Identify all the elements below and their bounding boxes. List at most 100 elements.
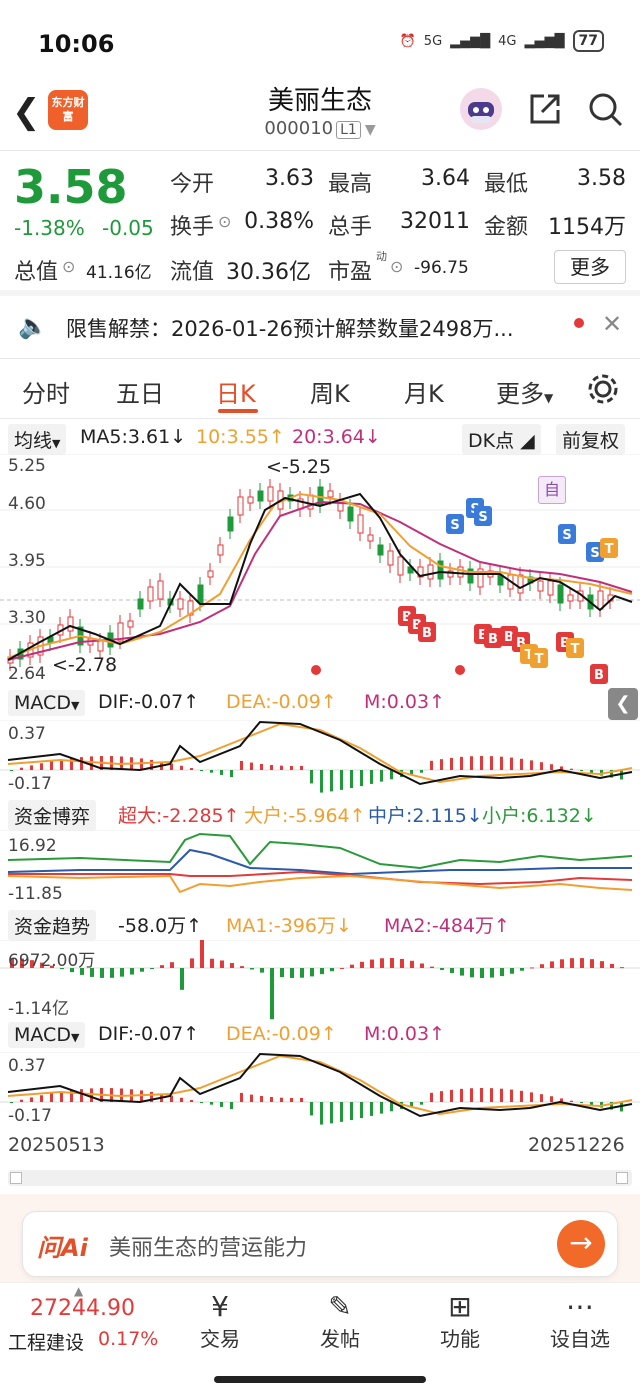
fund-game-title[interactable]: 资金博弈: [8, 800, 97, 831]
candle-body: [197, 584, 204, 604]
tab-intraday[interactable]: 分时: [22, 374, 70, 409]
fund-trend-ma2: MA2:-484万↑: [384, 915, 510, 937]
tab-monthly-k[interactable]: 月K: [404, 374, 444, 409]
dk-label: DK点: [468, 430, 515, 452]
tab-weekly-k[interactable]: 周K: [310, 374, 350, 409]
period-tabs: 分时 五日 日K 周K 月K 更多▼: [0, 360, 640, 418]
close-icon[interactable]: ✕: [602, 310, 622, 338]
arrow-right-icon[interactable]: →: [557, 1220, 605, 1268]
macd2-dif: DIF:-0.07↑: [98, 1023, 200, 1045]
chevron-down-icon: ▼: [70, 699, 80, 712]
macd-bar-mark: [510, 757, 513, 770]
macd2-m-text: M:0.03: [364, 1023, 430, 1045]
macd-y-top: 0.37: [8, 724, 46, 744]
dk-point-button[interactable]: DK点 ◢: [462, 424, 541, 455]
edit-icon: ✎: [328, 1290, 352, 1323]
macd-dea: DEA:-0.09↑: [226, 691, 337, 713]
trend-bar-mark: [290, 968, 294, 978]
trend-bar-mark: [420, 963, 424, 968]
macd-selector[interactable]: MACD▼: [8, 690, 86, 716]
trend-bar-mark: [570, 958, 574, 968]
nav-trade[interactable]: ¥ 交易: [180, 1290, 260, 1352]
trend-bar-mark: [430, 966, 434, 968]
status-time: 10:06: [38, 30, 115, 58]
tab-five-day[interactable]: 五日: [116, 374, 164, 409]
macd-selector-label: MACD: [14, 692, 71, 714]
notice-bar[interactable]: 🔈 限售解禁：2026-01-26预计解禁数量2498万... ✕: [0, 296, 640, 358]
trend-bar-mark: [620, 967, 624, 969]
ma-selector[interactable]: 均线▼: [8, 424, 67, 455]
share-icon[interactable]: [526, 90, 564, 132]
marker-letter: S: [450, 518, 459, 533]
nav-post[interactable]: ✎ 发帖: [300, 1290, 380, 1352]
nav-function[interactable]: ⊞ 功能: [420, 1290, 500, 1352]
macd-bar-mark: [310, 1102, 313, 1116]
info-icon[interactable]: ⊙: [62, 257, 75, 276]
ai-question-box[interactable]: 问Ai 美丽生态的营运能力 →: [22, 1211, 618, 1277]
turnover-label: 换手: [170, 215, 215, 240]
macd-dif: DIF:-0.07↑: [98, 691, 200, 713]
stock-code: 000010: [264, 118, 334, 139]
trend-bar-mark: [590, 959, 594, 968]
macd2-m: M:0.03↑: [364, 1023, 446, 1045]
candle-body: [427, 564, 434, 580]
fund-super-text: 超大:-2.285: [118, 805, 224, 827]
self-tag[interactable]: 自: [538, 476, 566, 504]
trend-bar-mark: [510, 968, 514, 974]
candle-body: [127, 620, 134, 628]
range-handle-left[interactable]: [10, 1172, 22, 1184]
candle-body: [207, 570, 214, 578]
range-handle-right[interactable]: [616, 1172, 628, 1184]
macd-bar-mark: [580, 770, 583, 772]
adjust-button[interactable]: 前复权: [556, 424, 626, 455]
candle-body: [257, 490, 264, 502]
fund-small-text: 小户:6.132: [482, 805, 581, 827]
tab-more[interactable]: 更多▼: [496, 374, 553, 409]
macd-chart[interactable]: [0, 720, 640, 798]
index-value[interactable]: 27244.90: [30, 1296, 135, 1321]
trend-bar-mark: [150, 968, 154, 969]
candle-body: [547, 580, 554, 596]
macd-bar-mark: [460, 1088, 463, 1102]
candle-body: [147, 586, 154, 602]
macd-bar-mark: [80, 1089, 83, 1102]
scroll-range-bar[interactable]: [8, 1170, 632, 1186]
info-icon[interactable]: ⊙: [390, 257, 403, 276]
macd2-selector[interactable]: MACD▼: [8, 1022, 86, 1048]
macd-bar-mark: [520, 758, 523, 770]
fund-trend-chart[interactable]: [0, 940, 640, 1020]
tab-daily-k[interactable]: 日K: [216, 374, 256, 409]
y-label-3-30: 3.30: [8, 608, 46, 628]
info-icon[interactable]: ⊙: [218, 212, 231, 231]
fund-trend-title[interactable]: 资金趋势: [8, 910, 97, 941]
macd-bar-mark: [50, 1093, 53, 1102]
trend-bar-mark: [300, 968, 304, 978]
macd-bar-mark: [270, 1097, 273, 1102]
macd-bar-mark: [440, 759, 443, 770]
nav-watchlist[interactable]: ⋯ 设自选: [540, 1290, 620, 1352]
low-label: 最低: [484, 172, 529, 197]
macd-bar-mark: [60, 1091, 63, 1102]
macd-bar-mark: [480, 1088, 483, 1102]
nav-function-label: 功能: [440, 1327, 480, 1351]
marker-letter: B: [488, 632, 498, 647]
fund-trend-ma1-text: MA1:-396万: [226, 915, 337, 937]
trend-bar-mark: [550, 961, 554, 968]
macd-bar-mark: [390, 1102, 393, 1112]
divider: [0, 358, 640, 359]
ma20-value: 20:3.64↓: [292, 426, 381, 448]
ai-robot-icon[interactable]: [460, 88, 502, 130]
index-name[interactable]: 工程建设: [8, 1328, 84, 1355]
change-amount: -0.05: [102, 216, 154, 240]
trend-bar-mark: [530, 967, 534, 969]
search-icon[interactable]: [586, 90, 626, 134]
macd-bar-mark: [260, 1095, 263, 1102]
macd-bar-mark: [470, 756, 473, 770]
trend-bar-mark: [480, 968, 484, 978]
more-quote-button[interactable]: 更多: [554, 250, 626, 284]
fund-game-chart[interactable]: [0, 830, 640, 906]
settings-gear-icon[interactable]: [586, 372, 620, 410]
macd2-chart[interactable]: [0, 1052, 640, 1130]
macd-bar-mark: [580, 1102, 583, 1104]
marker-letter: S: [478, 510, 487, 525]
